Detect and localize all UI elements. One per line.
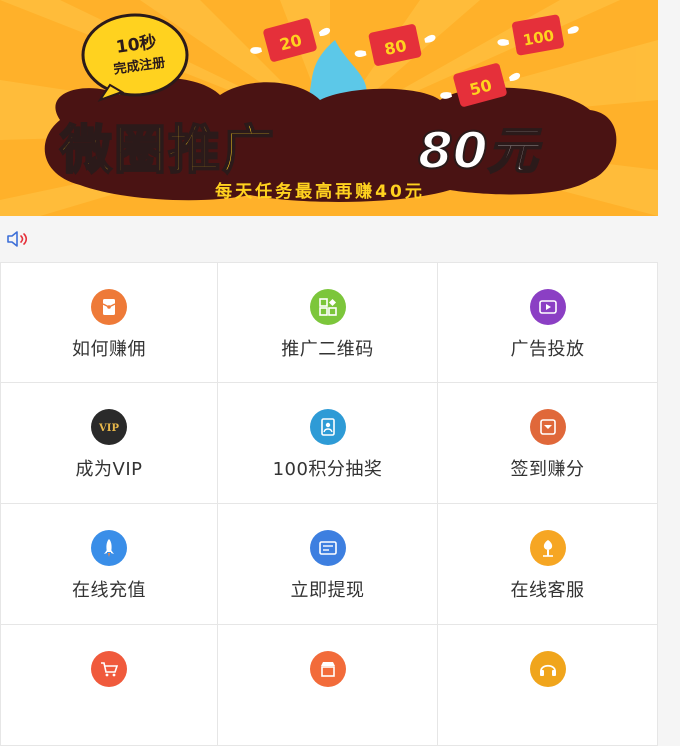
menu-promo-qrcode[interactable]: 推广二维码: [218, 262, 438, 383]
menu-label: 立即提现: [290, 580, 365, 601]
headset-icon: [529, 651, 566, 687]
banner-subtitle: 每天任务最高再赚40元: [215, 181, 425, 202]
menu-lottery[interactable]: 100积分抽奖: [218, 383, 438, 504]
menu-ads[interactable]: 广告投放: [438, 262, 658, 383]
menu-cart[interactable]: [0, 625, 218, 746]
menu-label: 在线客服: [510, 580, 585, 601]
menu-withdraw[interactable]: 立即提现: [218, 504, 438, 625]
checkin-icon: [529, 409, 566, 445]
tree-icon: [529, 530, 566, 566]
menu-checkin[interactable]: 签到赚分: [438, 383, 658, 504]
rocket-icon: [91, 530, 127, 566]
menu-label: 100积分抽奖: [272, 459, 383, 480]
video-icon: [529, 289, 566, 325]
menu-label: 签到赚分: [510, 459, 585, 480]
shop-icon: [309, 651, 346, 687]
vip-icon: VIP: [91, 409, 127, 445]
menu-label: 在线充值: [72, 580, 146, 601]
page: 10秒 完成注册 20 80 100 50 微圈推广 80元 每天任务最高再赚4…: [0, 0, 658, 746]
menu-label: 如何赚佣: [72, 339, 146, 360]
promo-banner[interactable]: 10秒 完成注册 20 80 100 50 微圈推广 80元 每天任务最高再赚4…: [0, 0, 658, 216]
lottery-icon: [309, 409, 346, 445]
menu-grid: 如何赚佣 推广二维码 广告投放 VIP 成为VIP 100积分抽奖 签到赚分 在…: [0, 262, 658, 746]
menu-support[interactable]: [438, 625, 658, 746]
menu-shop[interactable]: [218, 625, 438, 746]
menu-become-vip[interactable]: VIP 成为VIP: [0, 383, 218, 504]
svg-text:VIP: VIP: [98, 423, 119, 434]
notice-bar: [0, 216, 658, 262]
qrcode-icon: [309, 289, 346, 325]
menu-how-to-earn[interactable]: 如何赚佣: [0, 262, 218, 383]
banner-art: 10秒 完成注册 20 80 100 50 微圈推广 80元 每天任务最高再赚4…: [0, 0, 658, 216]
menu-label: 成为VIP: [75, 459, 143, 480]
menu-label: 推广二维码: [281, 339, 374, 360]
menu-recharge[interactable]: 在线充值: [0, 504, 218, 625]
withdraw-icon: [309, 530, 346, 566]
menu-label: 广告投放: [510, 339, 585, 360]
banner-title: 微圈推广: [59, 121, 276, 181]
menu-customer-service[interactable]: 在线客服: [438, 504, 658, 625]
cart-icon: [91, 651, 127, 687]
speaker-icon: [7, 231, 28, 247]
red-envelope-icon: [91, 289, 127, 325]
banner-amount: 80元: [418, 122, 543, 180]
